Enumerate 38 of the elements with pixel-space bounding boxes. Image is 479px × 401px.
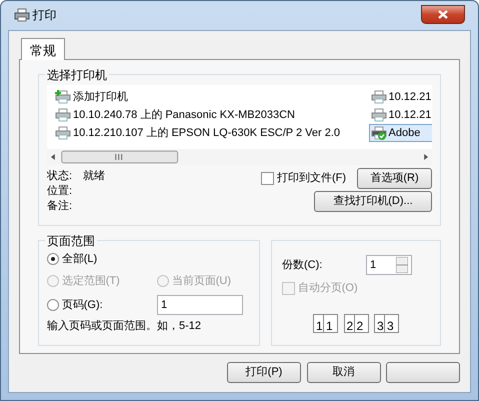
printer-icon (55, 126, 71, 140)
printer-item[interactable]: 10.12.210.107 上的 EPSON LQ-630K ESC/P 2 Ver 2.0 (53, 124, 363, 142)
status-label: 位置: (47, 184, 72, 198)
close-button[interactable] (421, 5, 465, 24)
page-number: 2 (354, 314, 368, 333)
printer-item[interactable]: 10.10.240.78 上的 Panasonic KX-MB2033CN (53, 106, 363, 124)
printer-icon (14, 8, 30, 22)
printer-list[interactable]: 添加打印机 10.10.240.78 上的 Panasonic KX-MB2033CN 10.12.210.107 上的 EPSON LQ-630K ESC/P 2 Ver 2.0 10.12.21 10.12.21 Adobe (47, 84, 432, 149)
printer-item[interactable]: 10.12.21 (368, 88, 432, 106)
status-value: 就绪 (83, 168, 106, 183)
page-number: 1 (323, 314, 338, 333)
hint-text: 输入页码或页面范围。如，5-12 (47, 318, 202, 334)
copies-spinner[interactable]: 1 (366, 254, 412, 275)
add-printer-icon (55, 90, 71, 104)
printer-icon (370, 90, 386, 104)
spin-arrows-icon (396, 256, 408, 273)
tab[interactable]: 常规 (21, 38, 65, 60)
dialog-button[interactable] (386, 362, 460, 383)
printer-icon (55, 108, 71, 122)
page-number: 3 (384, 314, 399, 333)
printer-item[interactable]: 添加打印机 (53, 88, 363, 106)
cancel-button[interactable]: 取消 (306, 362, 380, 383)
window-title: 打印 (32, 7, 56, 24)
copies-label: 份数(C): (282, 258, 322, 273)
status-label: 状态: (47, 168, 72, 183)
preferences-button[interactable]: 首选项(R) (357, 168, 432, 189)
close-icon (438, 10, 448, 20)
print-button[interactable]: 打印(P) (227, 362, 301, 383)
print-to-file-checkbox[interactable]: 打印到文件(F) (261, 170, 346, 186)
printer-icon (370, 108, 386, 122)
radio-option[interactable]: 页码(G): (47, 296, 157, 314)
printer-item[interactable]: 10.12.21 (368, 106, 432, 124)
find-printer-button[interactable]: 查找打印机(D)... (314, 191, 432, 212)
printer-item[interactable]: Adobe (368, 124, 432, 142)
status-label: 备注: (47, 198, 72, 213)
radio-option[interactable]: 全部(L) (47, 250, 98, 268)
page-range-field[interactable]: 1 (157, 294, 243, 315)
default-printer-icon (370, 126, 386, 140)
